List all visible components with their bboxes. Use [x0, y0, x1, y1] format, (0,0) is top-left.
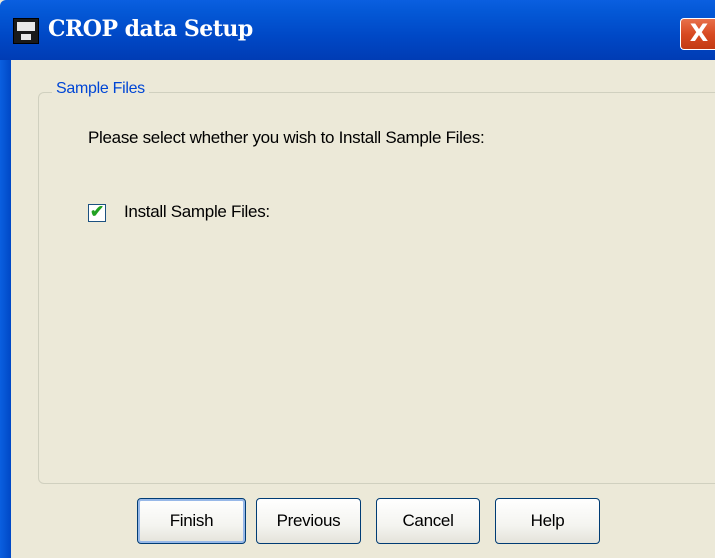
install-sample-files-label[interactable]: Install Sample Files:: [124, 202, 270, 222]
checkmark-icon: ✔: [90, 202, 105, 221]
finish-button[interactable]: Finish: [137, 498, 246, 544]
close-button[interactable]: X: [680, 18, 715, 50]
help-button[interactable]: Help: [495, 498, 600, 544]
cancel-button[interactable]: Cancel: [376, 498, 480, 544]
sample-files-groupbox: [38, 92, 715, 484]
install-sample-files-checkbox[interactable]: ✔: [88, 202, 106, 222]
window-bottom: [11, 554, 715, 558]
floppy-disk-icon: [13, 18, 39, 44]
group-label: Sample Files: [52, 80, 149, 98]
install-prompt-text: Please select whether you wish to Instal…: [88, 128, 485, 147]
title-bar[interactable]: CROP data Setup X: [0, 0, 715, 60]
window-title: CROP data Setup: [48, 16, 253, 42]
previous-button[interactable]: Previous: [256, 498, 361, 544]
window-border: [0, 60, 11, 558]
setup-window: CROP data Setup X Sample Files Please se…: [0, 0, 715, 558]
